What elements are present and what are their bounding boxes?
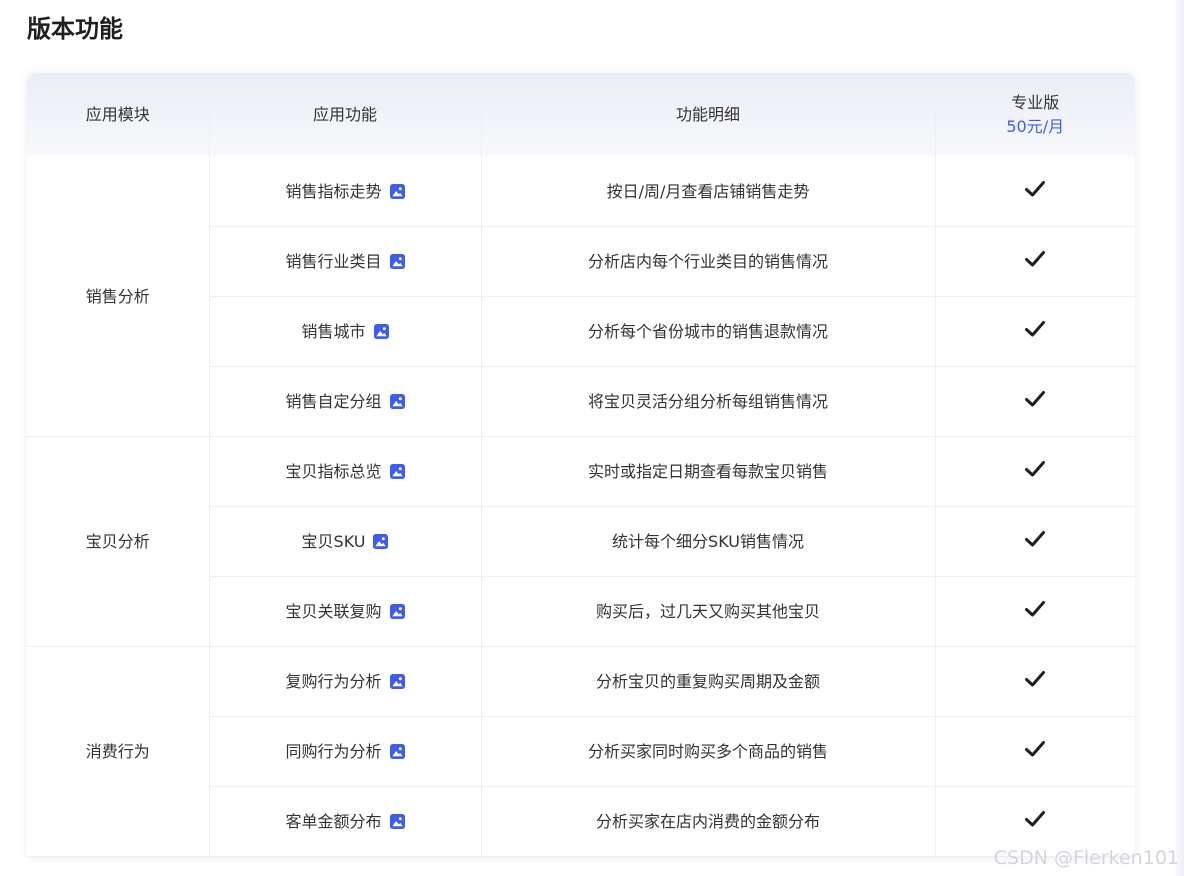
detail-cell: 按日/周/月查看店铺销售走势 xyxy=(481,157,936,227)
table-header-row: 应用模块 应用功能 功能明细 专业版 50元/月 xyxy=(27,73,1135,157)
function-cell: 销售行业类目 xyxy=(209,226,482,297)
function-label: 销售指标走势 xyxy=(285,181,382,201)
image-preview-icon[interactable] xyxy=(389,813,405,829)
function-label: 同购行为分析 xyxy=(285,741,382,761)
check-icon xyxy=(1025,250,1046,266)
function-label: 宝贝SKU xyxy=(301,531,366,551)
detail-cell: 分析店内每个行业类目的销售情况 xyxy=(481,226,936,297)
check-icon xyxy=(1025,180,1046,196)
page-title: 版本功能 xyxy=(27,15,123,43)
module-cell: 销售分析 xyxy=(27,157,210,437)
header-edition: 专业版 50元/月 xyxy=(935,73,1135,157)
image-preview-icon[interactable] xyxy=(389,393,405,409)
function-label: 复购行为分析 xyxy=(285,671,382,691)
edition-price: 50元/月 xyxy=(1006,117,1065,136)
table-row: 宝贝分析 宝贝指标总览 实时或指定日期查看每款宝贝销售 xyxy=(27,436,1135,647)
image-preview-icon[interactable] xyxy=(373,533,389,549)
image-preview-icon[interactable] xyxy=(389,253,405,269)
detail-cell: 实时或指定日期查看每款宝贝销售 xyxy=(481,436,936,507)
function-cell: 同购行为分析 xyxy=(209,716,482,787)
detail-cell: 分析买家在店内消费的金额分布 xyxy=(481,786,936,857)
edition-included-cell xyxy=(935,506,1135,577)
check-icon xyxy=(1025,670,1046,686)
image-preview-icon[interactable] xyxy=(389,183,405,199)
edition-included-cell xyxy=(935,576,1135,647)
edition-included-cell xyxy=(935,296,1135,367)
image-preview-icon[interactable] xyxy=(389,743,405,759)
detail-cell: 将宝贝灵活分组分析每组销售情况 xyxy=(481,366,936,437)
function-cell: 复购行为分析 xyxy=(209,646,482,717)
detail-cell: 分析宝贝的重复购买周期及金额 xyxy=(481,646,936,717)
check-icon xyxy=(1025,390,1046,406)
header-module: 应用模块 xyxy=(27,73,210,157)
feature-table: 应用模块 应用功能 功能明细 专业版 50元/月 销售分析 销售指标走势 按日/周/… xyxy=(27,73,1135,857)
check-icon xyxy=(1025,320,1046,336)
edition-included-cell xyxy=(935,366,1135,437)
edition-included-cell xyxy=(935,157,1135,227)
check-icon xyxy=(1025,810,1046,826)
check-icon xyxy=(1025,460,1046,476)
edition-included-cell xyxy=(935,226,1135,297)
function-cell: 宝贝SKU xyxy=(209,506,482,577)
detail-cell: 购买后，过几天又购买其他宝贝 xyxy=(481,576,936,647)
detail-cell: 分析每个省份城市的销售退款情况 xyxy=(481,296,936,367)
image-preview-icon[interactable] xyxy=(389,673,405,689)
function-label: 宝贝关联复购 xyxy=(285,601,382,621)
edition-included-cell xyxy=(935,436,1135,507)
detail-cell: 分析买家同时购买多个商品的销售 xyxy=(481,716,936,787)
check-icon xyxy=(1025,740,1046,756)
check-icon xyxy=(1025,600,1046,616)
table-body: 销售分析 销售指标走势 按日/周/月查看店铺销售走势销售行业类目 分析店内每个行业类目… xyxy=(27,157,1135,857)
table-row: 销售分析 销售指标走势 按日/周/月查看店铺销售走势 xyxy=(27,157,1135,437)
function-cell: 销售指标走势 xyxy=(209,157,482,227)
detail-cell: 统计每个细分SKU销售情况 xyxy=(481,506,936,577)
image-preview-icon[interactable] xyxy=(373,323,389,339)
watermark: CSDN @Flerken101 xyxy=(993,847,1179,869)
function-cell: 销售城市 xyxy=(209,296,482,367)
function-cell: 销售自定分组 xyxy=(209,366,482,437)
image-preview-icon[interactable] xyxy=(389,603,405,619)
check-icon xyxy=(1025,530,1046,546)
function-cell: 宝贝指标总览 xyxy=(209,436,482,507)
function-label: 销售行业类目 xyxy=(285,251,382,271)
module-cell: 宝贝分析 xyxy=(27,436,210,647)
edition-included-cell xyxy=(935,646,1135,717)
function-label: 客单金额分布 xyxy=(285,811,382,831)
edition-name: 专业版 xyxy=(1011,93,1060,112)
image-preview-icon[interactable] xyxy=(389,463,405,479)
function-cell: 客单金额分布 xyxy=(209,786,482,857)
edition-included-cell xyxy=(935,716,1135,787)
header-detail: 功能明细 xyxy=(481,73,936,157)
table-row: 消费行为 复购行为分析 分析宝贝的重复购买周期及金额 xyxy=(27,646,1135,857)
right-edge-shade xyxy=(1176,0,1184,876)
function-cell: 宝贝关联复购 xyxy=(209,576,482,647)
function-label: 销售自定分组 xyxy=(285,391,382,411)
module-cell: 消费行为 xyxy=(27,646,210,857)
function-label: 销售城市 xyxy=(301,321,366,341)
header-function: 应用功能 xyxy=(209,73,482,157)
function-label: 宝贝指标总览 xyxy=(285,461,382,481)
